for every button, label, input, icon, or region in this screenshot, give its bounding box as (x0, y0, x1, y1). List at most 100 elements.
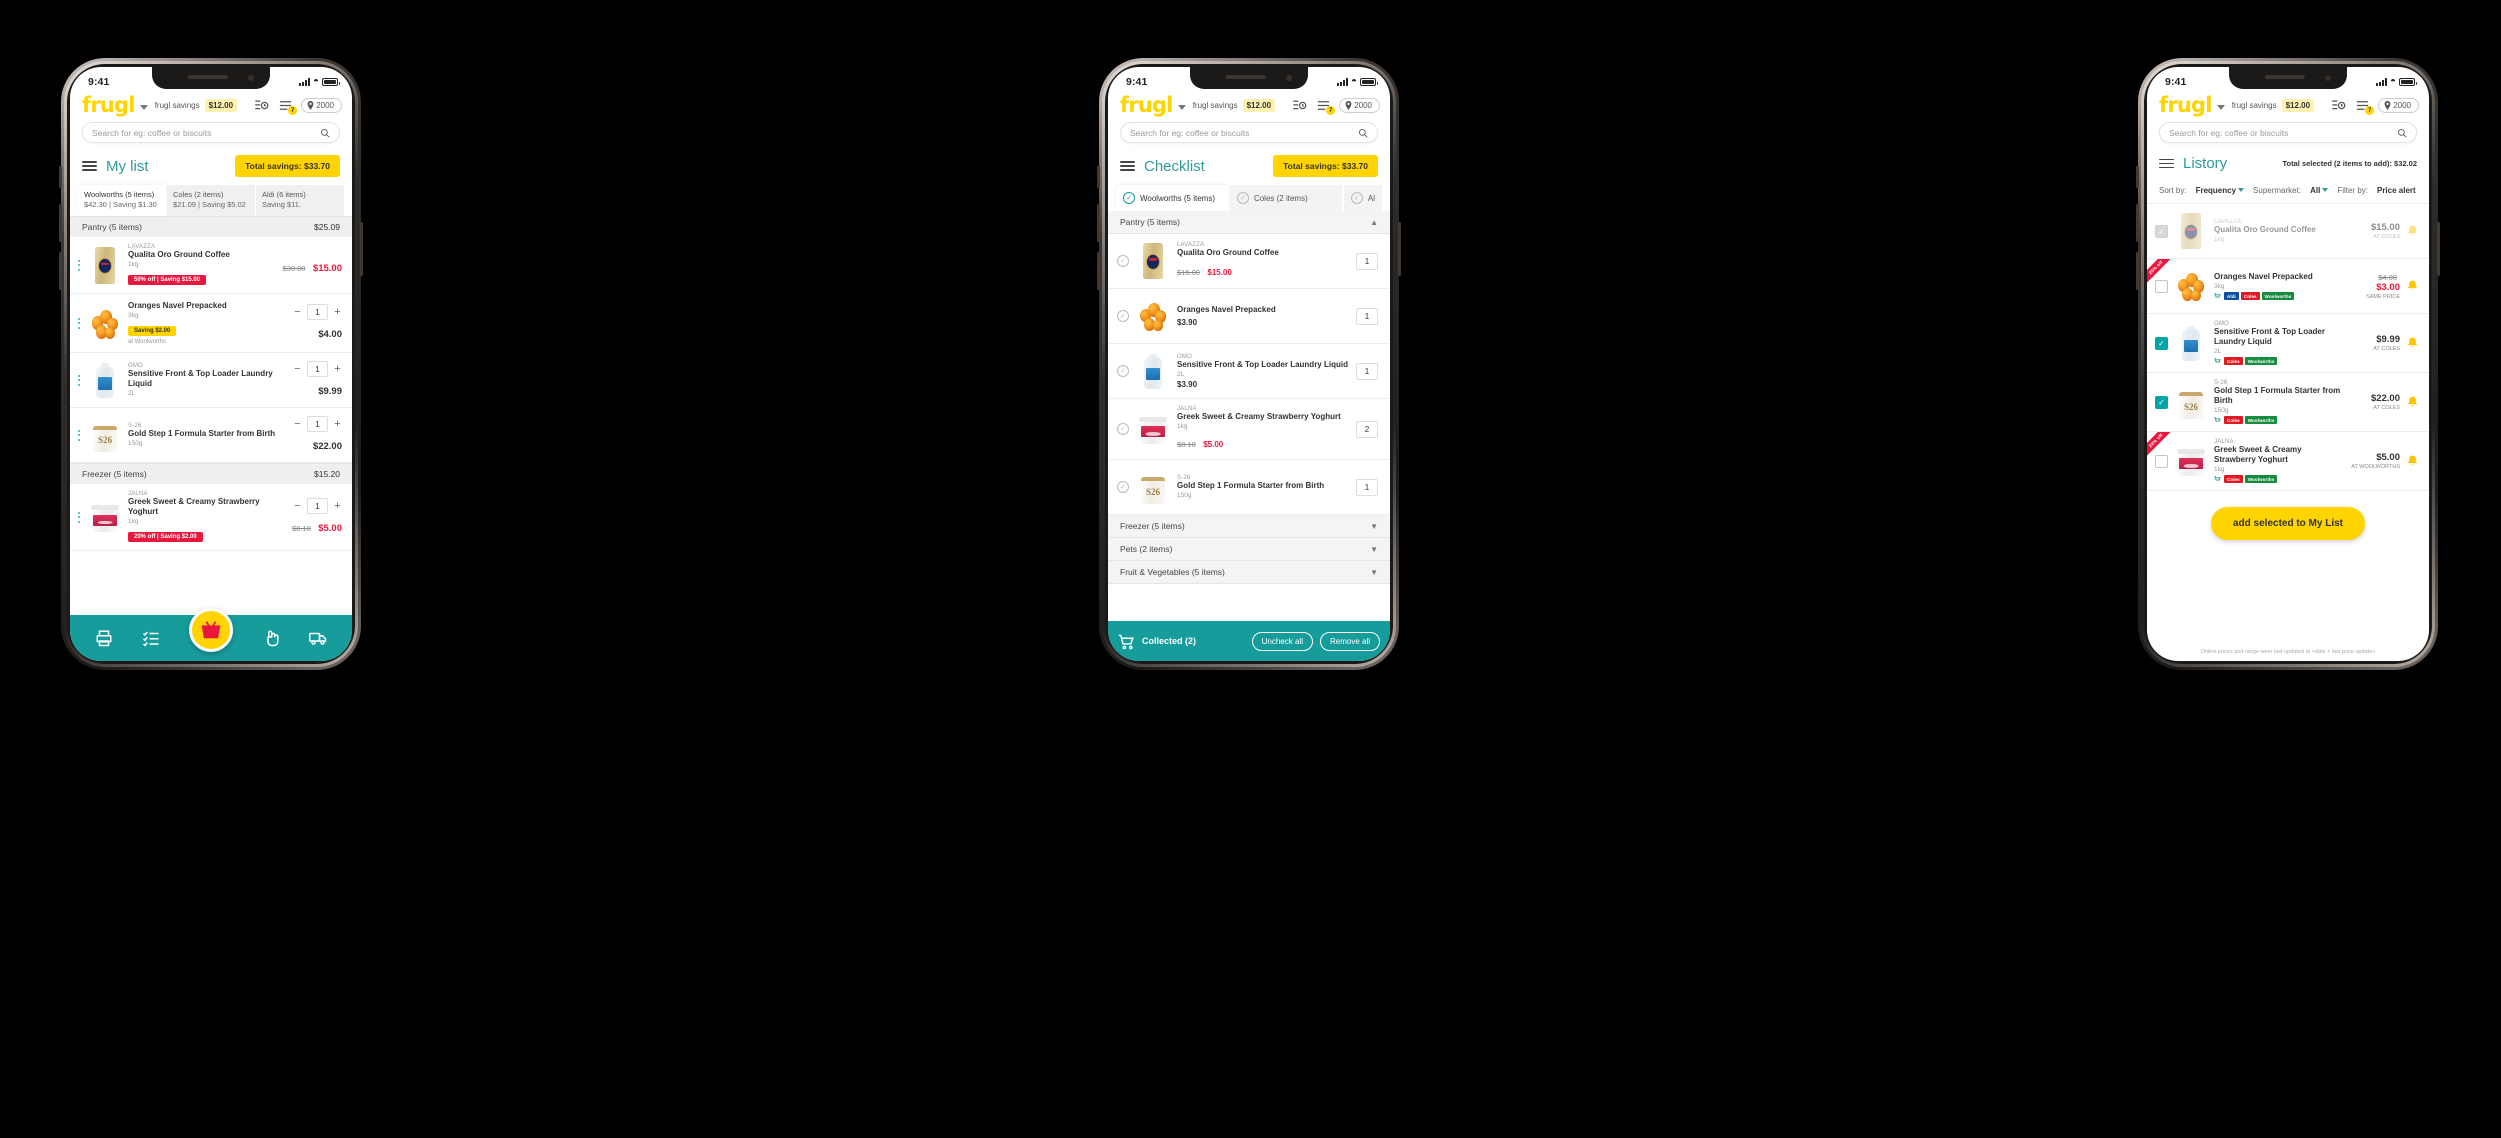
check-circle-icon[interactable]: ✓ (1236, 192, 1249, 204)
category-header-freezer[interactable]: Freezer (5 items) $15.20 (70, 463, 352, 485)
drag-handle-icon[interactable] (76, 429, 82, 441)
supermarket-dropdown[interactable]: All (2310, 186, 2329, 195)
basket-fab-button[interactable] (188, 608, 233, 652)
store-tab-aldi[interactable]: Aldi (6 items) Saving $11. (256, 185, 344, 217)
remove-all-button[interactable]: Remove all (1319, 631, 1380, 651)
chevron-down-icon[interactable] (1177, 105, 1186, 110)
list-item[interactable]: ✓ Oranges Navel Prepacked $3.90 1 (1108, 289, 1390, 344)
search-bar[interactable] (1120, 122, 1378, 143)
item-checkbox[interactable]: ✓ (2155, 279, 2168, 293)
table-row[interactable]: 25% off ✓ Oranges Navel Prepacked 3kg Al… (2147, 259, 2429, 314)
sort-by-dropdown[interactable]: Frequency (2196, 186, 2245, 195)
search-input[interactable] (92, 127, 320, 138)
table-row[interactable]: OMO Sensitive Front & Top Loader Laundry… (70, 353, 352, 409)
list-item[interactable]: ✓ OMO Sensitive Front & Top Loader Laund… (1108, 344, 1390, 399)
my-list-icon[interactable]: 7 (2354, 98, 2375, 115)
price-alert-bell-icon[interactable] (2406, 454, 2419, 468)
store-tab-woolworths[interactable]: ✓ Woolworths (5 items) (1116, 185, 1228, 211)
store-tab-aldi[interactable]: ✓ Al (1343, 185, 1382, 211)
table-row[interactable]: ✓ LAVAZZA Qualita Oro Ground Coffee 1kg … (2147, 204, 2429, 259)
chevron-down-icon[interactable]: ▼ (1370, 545, 1378, 554)
list-icon[interactable] (142, 629, 160, 647)
power-button[interactable] (1398, 222, 1401, 276)
silence-switch[interactable] (2136, 166, 2139, 188)
table-row[interactable]: JALNA Greek Sweet & Creamy Strawberry Yo… (70, 484, 352, 552)
delivery-icon[interactable] (309, 629, 327, 647)
list-item[interactable]: ✓ JALNA Greek Sweet & Creamy Strawberry … (1108, 399, 1390, 460)
power-button[interactable] (2437, 222, 2440, 276)
item-check-icon[interactable]: ✓ (1117, 365, 1129, 377)
drag-handle-icon[interactable] (76, 374, 82, 386)
chevron-down-icon[interactable]: ▼ (1370, 522, 1378, 531)
history-icon[interactable] (253, 98, 270, 113)
menu-icon[interactable] (1120, 161, 1135, 171)
quantity-value[interactable]: 2 (1356, 420, 1378, 438)
decrease-quantity-button[interactable]: − (293, 306, 302, 318)
quantity-value[interactable]: 1 (1356, 252, 1378, 270)
quantity-value[interactable]: 1 (1356, 307, 1378, 325)
check-circle-icon[interactable]: ✓ (1350, 192, 1363, 204)
item-check-icon[interactable]: ✓ (1117, 310, 1129, 322)
increase-quantity-button[interactable]: + (333, 363, 342, 375)
filter-by-value[interactable]: Price alert (2377, 186, 2416, 195)
category-header-pantry[interactable]: Pantry (5 items) $25.09 (70, 216, 352, 238)
silence-switch[interactable] (59, 166, 62, 188)
category-header-freezer[interactable]: Freezer (5 items) ▼ (1108, 515, 1390, 538)
table-row[interactable]: 20% off ✓ JALNA Greek Sweet & Creamy Str… (2147, 432, 2429, 491)
search-icon[interactable] (2397, 128, 2407, 138)
price-alert-bell-icon[interactable] (2406, 395, 2419, 409)
quantity-value[interactable]: 1 (307, 498, 328, 515)
list-item[interactable]: ✓ LAVAZZA Qualita Oro Ground Coffee $15.… (1108, 234, 1390, 289)
search-input[interactable] (2169, 127, 2397, 138)
quantity-stepper[interactable]: − 1 + (288, 498, 342, 515)
volume-down-button[interactable] (2136, 252, 2139, 290)
quantity-value[interactable]: 1 (307, 304, 328, 321)
category-header-pantry[interactable]: Pantry (5 items) ▲ (1108, 211, 1390, 234)
search-icon[interactable] (320, 128, 330, 138)
category-header-fruit-vegetables[interactable]: Fruit & Vegetables (5 items) ▼ (1108, 561, 1390, 584)
price-alert-bell-icon[interactable] (2406, 279, 2419, 293)
frugl-logo[interactable]: frugl (1120, 95, 1173, 116)
quantity-stepper[interactable]: − 1 + (288, 361, 342, 378)
postcode-chip[interactable]: 2000 (301, 98, 342, 113)
category-header-pets[interactable]: Pets (2 items) ▼ (1108, 538, 1390, 561)
table-row[interactable]: Oranges Navel Prepacked 3kg Saving $2.00… (70, 294, 352, 354)
volume-down-button[interactable] (1097, 252, 1100, 290)
item-checkbox[interactable]: ✓ (2155, 395, 2168, 409)
uncheck-all-button[interactable]: Uncheck all (1251, 631, 1313, 651)
my-list-icon[interactable]: 7 (1315, 98, 1336, 115)
my-list-icon[interactable]: 7 (277, 98, 298, 115)
decrease-quantity-button[interactable]: − (293, 500, 302, 512)
frugl-logo[interactable]: frugl (82, 95, 135, 116)
quantity-value[interactable]: 1 (1356, 478, 1378, 496)
quantity-value[interactable]: 1 (1356, 362, 1378, 380)
table-row[interactable]: ✓ OMO Sensitive Front & Top Loader Laund… (2147, 314, 2429, 373)
volume-up-button[interactable] (1097, 204, 1100, 242)
increase-quantity-button[interactable]: + (333, 306, 342, 318)
table-row[interactable]: LAVAZZA Qualita Oro Ground Coffee 1kg 50… (70, 237, 352, 295)
chevron-up-icon[interactable]: ▲ (1370, 218, 1378, 227)
quantity-value[interactable]: 1 (307, 361, 328, 378)
search-bar[interactable] (2159, 122, 2417, 143)
volume-up-button[interactable] (59, 204, 62, 242)
item-check-icon[interactable]: ✓ (1117, 481, 1129, 493)
frugl-logo[interactable]: frugl (2159, 95, 2212, 116)
power-button[interactable] (360, 222, 363, 276)
increase-quantity-button[interactable]: + (333, 418, 342, 430)
price-alert-bell-icon[interactable] (2406, 336, 2419, 350)
chevron-down-icon[interactable]: ▼ (1370, 568, 1378, 577)
list-item[interactable]: ✓ S26 S-26 Gold Step 1 Formula Starter f… (1108, 460, 1390, 515)
volume-down-button[interactable] (59, 252, 62, 290)
postcode-chip[interactable]: 2000 (2378, 98, 2419, 113)
search-bar[interactable] (82, 122, 340, 143)
drag-handle-icon[interactable] (76, 259, 82, 271)
decrease-quantity-button[interactable]: − (293, 418, 302, 430)
volume-up-button[interactable] (2136, 204, 2139, 242)
item-checkbox[interactable]: ✓ (2155, 454, 2168, 468)
search-input[interactable] (1130, 127, 1358, 138)
chevron-down-icon[interactable] (2216, 105, 2225, 110)
add-selected-button[interactable]: add selected to My List (2210, 507, 2366, 540)
quantity-value[interactable]: 1 (307, 416, 328, 433)
silence-switch[interactable] (1097, 166, 1100, 188)
item-checkbox[interactable]: ✓ (2155, 336, 2168, 350)
